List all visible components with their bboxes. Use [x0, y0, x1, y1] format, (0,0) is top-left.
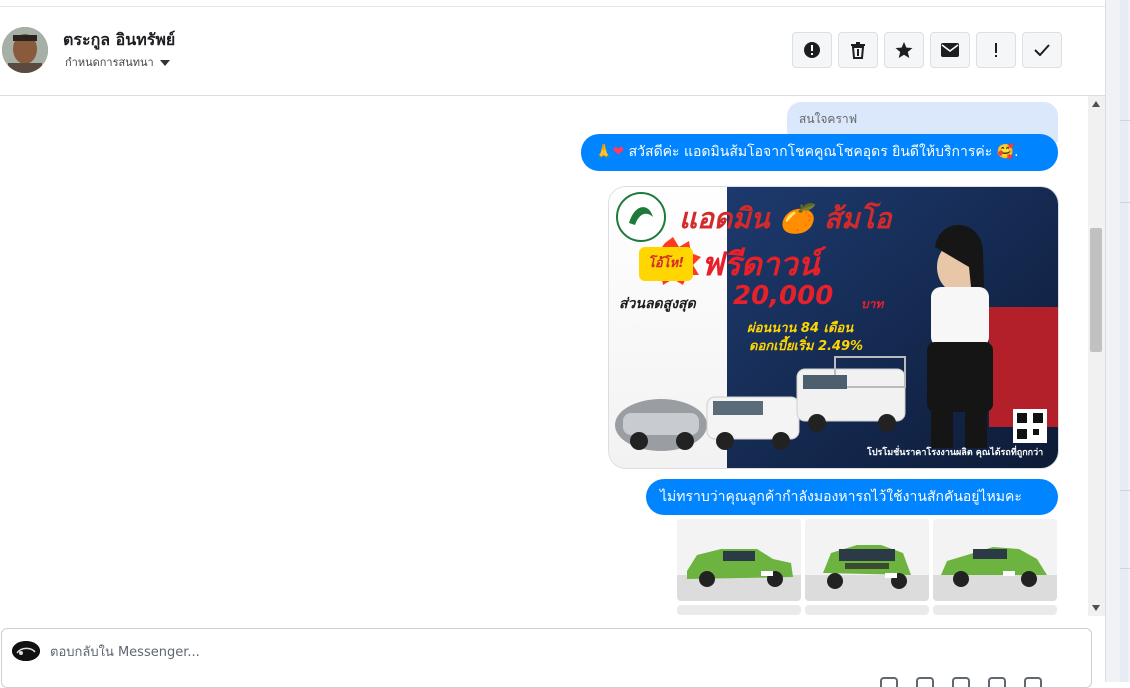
composer-toolbar [880, 677, 1042, 687]
saved-reply-icon[interactable] [988, 677, 1006, 687]
follow-up-button[interactable] [976, 32, 1016, 68]
car-photo-thumbnail[interactable] [805, 605, 929, 615]
right-side-pane [1105, 0, 1130, 682]
car-photo-thumbnail[interactable] [677, 605, 801, 615]
conversation-menu-label: กำหนดการสนทนา [65, 56, 154, 69]
scroll-down-arrow-icon[interactable] [1092, 605, 1100, 611]
top-strip [0, 0, 1105, 7]
mark-done-button[interactable] [1022, 32, 1062, 68]
pray-emoji-icon: 🙏 [595, 144, 613, 160]
promo-tag: โอ้โห! [639, 247, 693, 281]
promo-discount-label: ส่วนลดสูงสุด [619, 296, 696, 312]
reply-input[interactable] [50, 641, 850, 663]
alert-circle-icon [804, 42, 820, 58]
attachment-icon[interactable] [880, 677, 898, 687]
right-pane-divider [1120, 568, 1130, 569]
reply-composer [1, 628, 1092, 688]
thread-scrollbar[interactable] [1088, 96, 1105, 616]
car-photo-grid [677, 519, 1057, 615]
promo-discount-unit: บาท [861, 297, 884, 311]
contact-name[interactable]: ตระกูล อินทรัพย์ [63, 28, 175, 53]
report-spam-button[interactable] [792, 32, 832, 68]
promo-discount-amount: 20,000 [733, 281, 834, 311]
quoted-reply-text: สนใจคราฟ [799, 112, 858, 126]
right-pane-divider [1120, 490, 1130, 491]
star-button[interactable] [884, 32, 924, 68]
checkmark-icon [1034, 44, 1050, 56]
scroll-up-arrow-icon[interactable] [1092, 101, 1100, 107]
conversation-header: ตระกูล อินทรัพย์ กำหนดการสนทนา [0, 7, 1105, 96]
promo-admin-title: แอดมิน 🍊 ส้มโอ [679, 202, 892, 235]
promo-image-attachment[interactable]: แอดมิน 🍊 ส้มโอ โอ้โห! ฟรีดาวน์ ส่วนลดสูง… [608, 186, 1059, 469]
heart-icon: ❤ [612, 144, 625, 160]
caret-down-icon [159, 60, 170, 66]
greeting-text: สวัสดีค่ะ แอดมินส้มโอจากโชคคูณโชคอุดร ยิ… [624, 144, 1019, 160]
message-thread[interactable]: สนใจคราฟ 🙏❤ สวัสดีค่ะ แอดมินส้มโอจากโชคค… [0, 96, 1088, 616]
star-icon [895, 42, 913, 58]
send-icon[interactable] [1024, 677, 1042, 687]
envelope-icon [941, 43, 959, 57]
right-pane-divider [1120, 120, 1130, 121]
delete-button[interactable] [838, 32, 878, 68]
conversation-toolbar [792, 32, 1062, 68]
right-pane-divider [1120, 202, 1130, 203]
mark-unread-button[interactable] [930, 32, 970, 68]
car-photo-thumbnail[interactable] [805, 519, 929, 601]
car-photo-thumbnail[interactable] [677, 519, 801, 601]
trash-icon [851, 42, 865, 59]
question-text: ไม่ทราบว่าคุณลูกค้ากำลังมองหารถไว้ใช้งาน… [660, 489, 1022, 505]
car-photo-thumbnail[interactable] [933, 519, 1057, 601]
scrollbar-thumb[interactable] [1090, 228, 1102, 352]
emoji-icon[interactable] [916, 677, 934, 687]
promo-slogan: โปรโมชั่นราคาโรงงานผลิต คุณได้รถที่ถูกกว… [867, 448, 1044, 458]
exclamation-icon [995, 43, 997, 57]
right-pane-stripe [1120, 0, 1128, 682]
contact-avatar[interactable] [2, 27, 48, 73]
promo-interest: ดอกเบี้ยเริ่ม 2.49% [749, 339, 864, 354]
car-photo-thumbnail[interactable] [933, 605, 1057, 615]
message-bubble-greeting[interactable]: 🙏❤ สวัสดีค่ะ แอดมินส้มโอจากโชคคูณโชคอุดร… [581, 134, 1058, 171]
gif-icon[interactable] [952, 677, 970, 687]
message-bubble-question[interactable]: ไม่ทราบว่าคุณลูกค้ากำลังมองหารถไว้ใช้งาน… [646, 479, 1058, 515]
page-avatar [12, 641, 40, 661]
conversation-menu-dropdown[interactable]: กำหนดการสนทนา [65, 53, 170, 71]
